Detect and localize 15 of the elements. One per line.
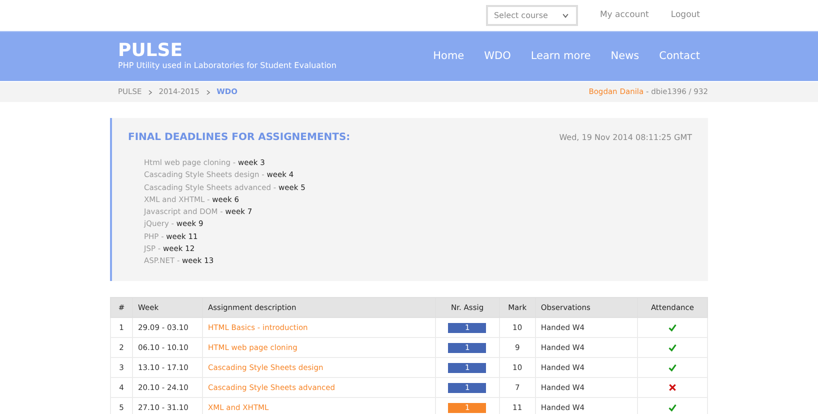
site-logo[interactable]: PULSE <box>118 42 336 60</box>
current-date: Wed, 19 Nov 2014 08:11:25 GMT <box>559 132 692 144</box>
chevron-right-icon <box>148 88 153 96</box>
top-link[interactable]: My account <box>600 9 649 22</box>
course-select[interactable]: Select course <box>486 5 578 26</box>
nav-link[interactable]: WDO <box>484 48 511 64</box>
chevron-down-icon <box>560 12 570 18</box>
deadlines-title: FINAL DEADLINES FOR ASSIGNEMENTS: <box>128 131 350 145</box>
nav-link[interactable]: Home <box>433 48 464 64</box>
nav-link[interactable]: Learn more <box>530 48 591 64</box>
nav-link[interactable]: News <box>610 48 640 64</box>
top-link[interactable]: Logout <box>670 9 700 22</box>
site-tagline: PHP Utility used in Laboratories for Student Evaluation <box>118 60 336 72</box>
nav-link[interactable]: Contact <box>659 48 700 64</box>
chevron-right-icon <box>206 88 211 96</box>
